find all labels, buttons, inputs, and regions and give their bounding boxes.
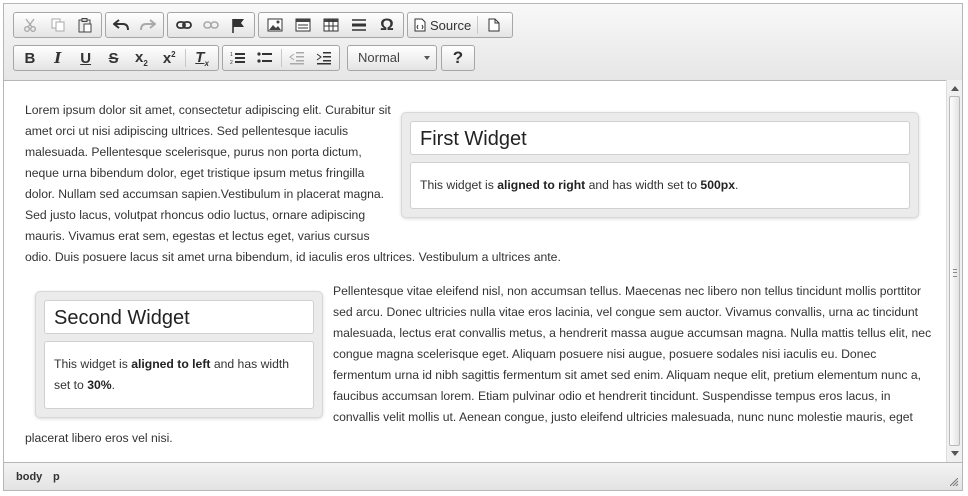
path-item-p[interactable]: p [53, 471, 60, 483]
bold-icon: B [24, 49, 36, 67]
scroll-down-arrow-icon[interactable] [951, 451, 959, 456]
resize-grip-icon[interactable] [950, 478, 958, 486]
history-group [105, 12, 164, 38]
cut-button[interactable] [16, 14, 44, 36]
horizontal-rule-icon [352, 19, 366, 31]
special-char-button[interactable]: Ω [373, 14, 401, 36]
rich-text-editor: Ω Source B I U S x2 x2 Tx 12 Normal ? Fi… [3, 3, 963, 491]
paragraph[interactable]: First Widget This widget is aligned to r… [25, 80, 935, 268]
toolbar-separator [185, 49, 187, 67]
unlink-icon [203, 21, 219, 29]
insert-group: Ω [258, 12, 404, 38]
link-icon [175, 21, 192, 29]
link-group [167, 12, 255, 38]
scrollbar-thumb[interactable] [949, 96, 960, 446]
remove-format-button[interactable]: Tx [188, 47, 216, 69]
image-button[interactable] [261, 14, 289, 36]
widget-body[interactable]: This widget is aligned to right and has … [410, 162, 910, 209]
unlink-button[interactable] [197, 14, 224, 36]
scissors-icon [23, 18, 36, 32]
table-icon [323, 18, 339, 32]
element-path-bar: body p [4, 462, 962, 490]
vertical-scrollbar[interactable] [946, 80, 962, 462]
link-button[interactable] [170, 14, 197, 36]
format-dropdown[interactable]: Normal [347, 45, 437, 71]
list-group: 12 [222, 45, 340, 71]
numbered-list-button[interactable]: 12 [225, 47, 252, 69]
undo-button[interactable] [108, 14, 135, 36]
bulleted-list-button[interactable] [252, 47, 279, 69]
remove-format-icon: Tx [195, 48, 209, 68]
basic-styles-group: B I U S x2 x2 Tx [13, 45, 219, 71]
subscript-icon: x2 [134, 48, 148, 68]
numbered-list-icon: 12 [230, 52, 246, 65]
outdent-button[interactable] [283, 47, 310, 69]
copy-icon [51, 18, 64, 32]
flash-button[interactable] [289, 14, 317, 36]
editing-area[interactable]: First Widget This widget is aligned to r… [4, 80, 946, 462]
outdent-icon [289, 52, 304, 65]
svg-text:1: 1 [230, 52, 233, 58]
widget-title[interactable]: Second Widget [44, 300, 314, 334]
copy-button[interactable] [44, 14, 72, 36]
underline-button[interactable]: U [72, 47, 100, 69]
strikethrough-icon: S [108, 49, 119, 67]
new-page-button[interactable] [480, 14, 508, 36]
image-icon [267, 18, 283, 32]
flag-icon [232, 18, 245, 33]
underline-icon: U [80, 49, 92, 67]
widget-body[interactable]: This widget is aligned to left and has w… [44, 341, 314, 409]
bold-button[interactable]: B [16, 47, 44, 69]
superscript-icon: x2 [162, 49, 176, 67]
source-button[interactable]: Source [410, 14, 475, 36]
svg-text:2: 2 [230, 60, 233, 65]
source-label: Source [430, 17, 472, 33]
first-widget[interactable]: First Widget This widget is aligned to r… [401, 112, 919, 218]
undo-icon [113, 19, 130, 31]
scroll-up-arrow-icon[interactable] [951, 86, 959, 91]
bulleted-list-icon [257, 52, 273, 63]
paste-icon [78, 17, 92, 32]
second-widget[interactable]: Second Widget This widget is aligned to … [35, 291, 323, 418]
omega-icon: Ω [380, 15, 394, 34]
toolbar: Ω Source B I U S x2 x2 Tx 12 Normal ? [4, 4, 962, 81]
format-value: Normal [358, 50, 400, 65]
anchor-button[interactable] [225, 14, 252, 36]
clipboard-group [13, 12, 102, 38]
table-button[interactable] [317, 14, 345, 36]
document-body[interactable]: First Widget This widget is aligned to r… [25, 80, 935, 449]
superscript-button[interactable]: x2 [155, 47, 183, 69]
media-icon [295, 18, 311, 32]
grip-icon [953, 269, 957, 277]
redo-icon [139, 19, 156, 31]
paste-button[interactable] [71, 14, 99, 36]
path-item-body[interactable]: body [16, 471, 42, 483]
help-group: ? [441, 45, 475, 71]
indent-button[interactable] [310, 47, 337, 69]
source-icon [414, 18, 426, 32]
italic-button[interactable]: I [44, 47, 72, 69]
horizontal-rule-button[interactable] [345, 14, 373, 36]
chevron-down-icon [424, 56, 430, 60]
indent-icon [316, 52, 331, 65]
toolbar-separator [280, 49, 282, 67]
about-button[interactable]: ? [444, 47, 472, 69]
toolbar-separator [477, 16, 479, 34]
paragraph[interactable]: Second Widget This widget is aligned to … [25, 281, 935, 449]
subscript-button[interactable]: x2 [127, 47, 155, 69]
strikethrough-button[interactable]: S [100, 47, 128, 69]
new-page-icon [488, 18, 500, 32]
help-icon: ? [452, 48, 464, 67]
document-group: Source [407, 12, 513, 38]
redo-button[interactable] [135, 14, 162, 36]
widget-title[interactable]: First Widget [410, 121, 910, 155]
italic-icon: I [54, 49, 62, 67]
